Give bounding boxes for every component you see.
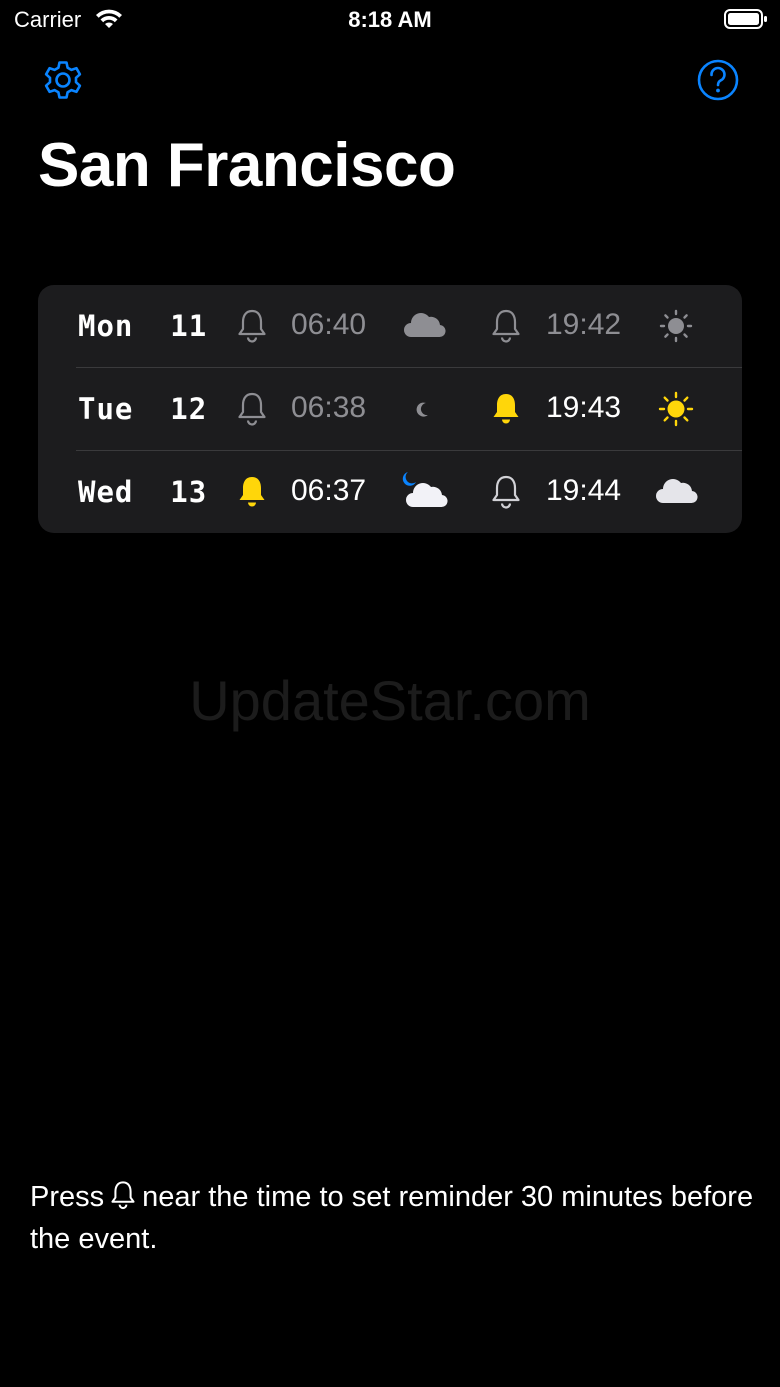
sunset-time: 19:42 — [546, 308, 622, 341]
bell-outline-icon[interactable] — [489, 307, 523, 345]
sunrise-time: 06:40 — [291, 308, 367, 341]
cloud-icon — [656, 479, 698, 504]
sunrise-time: 06:37 — [291, 474, 367, 507]
cloud-icon — [404, 313, 446, 338]
question-circle-icon[interactable] — [696, 58, 740, 102]
watermark: UpdateStar.com — [189, 669, 591, 732]
bell-filled-icon[interactable] — [235, 473, 269, 511]
day-row: Wed 13 06:37 19:44 — [38, 451, 742, 533]
sun-icon — [658, 391, 694, 427]
page-title: San Francisco — [38, 131, 456, 200]
bell-outline-icon[interactable] — [235, 307, 269, 345]
moon-icon — [416, 402, 428, 417]
hint-text-before: Press — [30, 1181, 105, 1213]
bell-outline-icon[interactable] — [489, 473, 523, 511]
gear-icon[interactable] — [40, 57, 86, 103]
bell-outline-icon[interactable] — [235, 390, 269, 428]
moon-cloud-icon — [402, 472, 448, 508]
sun-dim-icon — [659, 309, 693, 343]
status-time: 8:18 AM — [348, 7, 432, 32]
day-label: Wed 13 — [78, 475, 208, 509]
status-bar: Carrier 8:18 AM — [0, 0, 780, 40]
battery-icon — [724, 9, 767, 29]
sun-times-card: Mon 11 06:40 19:42 Tue 12 06:38 19:43 We… — [38, 285, 742, 533]
reminder-hint: Press near the time to set reminder 30 m… — [30, 1176, 760, 1260]
sunset-time: 19:44 — [546, 474, 622, 507]
day-row: Mon 11 06:40 19:42 — [38, 285, 742, 368]
day-label: Mon 11 — [78, 309, 208, 343]
sunrise-time: 06:38 — [291, 391, 367, 424]
sunset-time: 19:43 — [546, 391, 622, 424]
bell-filled-icon[interactable] — [489, 390, 523, 428]
day-row: Tue 12 06:38 19:43 — [38, 368, 742, 451]
day-label: Tue 12 — [78, 392, 208, 426]
bell-outline-icon — [111, 1181, 135, 1209]
hint-text-after: near the time to set reminder 30 minutes… — [30, 1181, 754, 1255]
